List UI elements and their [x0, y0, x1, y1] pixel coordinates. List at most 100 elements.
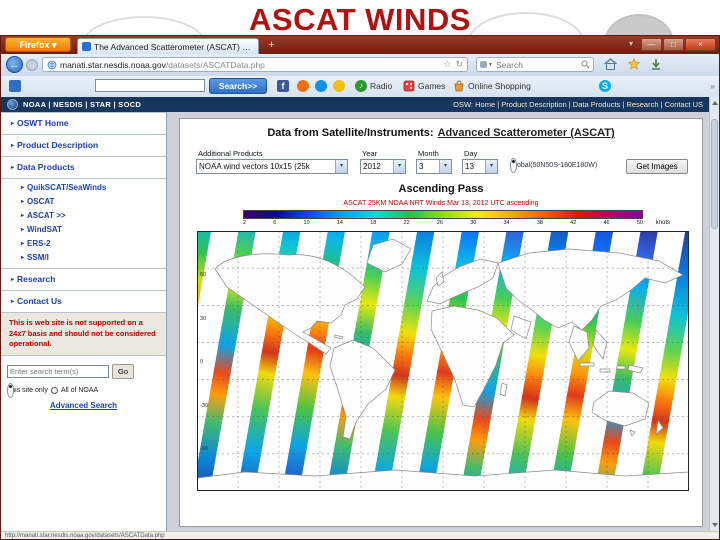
forward-button[interactable]: → — [26, 59, 38, 71]
bookmark-icon[interactable] — [9, 80, 21, 92]
sidebar-search-input[interactable] — [7, 364, 109, 378]
maximize-button[interactable]: □ — [663, 38, 684, 51]
site-top-menu[interactable]: OSW: Home | Product Description | Data P… — [453, 97, 703, 112]
minimize-button[interactable]: — — [641, 38, 662, 51]
toolbar-search-input[interactable] — [95, 79, 205, 92]
colorbar-unit: knots — [655, 220, 670, 226]
noaa-logo — [7, 99, 18, 110]
page-scrollbar[interactable] — [709, 97, 719, 531]
sidebar-item-ers2[interactable]: ▸ ERS-2 — [1, 237, 166, 251]
chevron-down-icon: ▾ — [52, 40, 57, 50]
sidebar-subitems: ▸ QuikSCAT/SeaWinds ▸ OSCAT ▸ ASCAT >> ▸ Win… — [1, 179, 166, 269]
scrollbar-thumb[interactable] — [711, 119, 718, 229]
triangle-bullet-icon: ▸ — [11, 165, 15, 171]
triangle-bullet-icon: ▸ — [11, 143, 15, 149]
bookmarks-panel-button[interactable] — [627, 57, 643, 72]
toolbar-search-button[interactable]: Search>> — [209, 78, 267, 94]
radio-all-noaa[interactable] — [50, 386, 58, 394]
triangle-bullet-icon: ▸ — [11, 277, 15, 283]
browser-search-input[interactable] — [494, 58, 581, 71]
sidebar-item-quikscat[interactable]: ▸ QuikSCAT/SeaWinds — [1, 181, 166, 195]
lat-label: 60 — [200, 272, 206, 278]
tab-favicon — [82, 42, 91, 51]
wind-map: 60 30 0 -30 -60 — [197, 231, 689, 491]
region-radio[interactable] — [510, 158, 517, 173]
back-button[interactable]: ← — [6, 56, 23, 73]
radio-all-noaa-label: All of NOAA — [60, 386, 99, 394]
yellow-app-icon[interactable] — [333, 80, 345, 92]
lat-label: 30 — [200, 316, 206, 322]
colorbar-tick: 6 — [273, 220, 277, 226]
sidebar-item-windsat[interactable]: ▸ WindSAT — [1, 223, 166, 237]
product-dropdown[interactable]: NOAA wind vectors 10x15 (25k ▾ — [196, 159, 348, 174]
month-dropdown[interactable]: 3 ▾ — [416, 159, 452, 174]
shopping-bag-icon[interactable] — [453, 80, 465, 92]
new-tab-button[interactable]: + — [264, 39, 279, 52]
triangle-bullet-icon: ▸ — [21, 241, 25, 247]
sidebar-item-data-products[interactable]: ▸ Data Products — [1, 157, 166, 179]
sidebar-item-ssmi[interactable]: ▸ SSM/I — [1, 251, 166, 265]
search-scope-radios: This site only All of NOAA — [7, 382, 160, 398]
navigation-bar: ← → manati.star.nesdis.noaa.gov/datasets… — [1, 54, 719, 77]
dice-icon[interactable] — [403, 80, 415, 92]
overflow-chevron-icon[interactable]: » — [710, 81, 715, 91]
region-option: Global(50N50S-180E180W) — [510, 158, 598, 173]
browser-search-box[interactable]: ▾ — [476, 57, 594, 72]
chevron-down-icon[interactable]: ▾ — [489, 61, 492, 68]
advanced-search-link[interactable]: Advanced Search — [7, 401, 160, 410]
blue-app-icon[interactable] — [315, 80, 327, 92]
globe-icon — [47, 60, 57, 69]
scroll-up-icon[interactable] — [712, 101, 718, 105]
sidebar-item-product-description[interactable]: ▸ Product Description — [1, 135, 166, 157]
sidebar-link-label: QuikSCAT/SeaWinds — [27, 183, 107, 192]
day-dropdown[interactable]: 13 ▾ — [462, 159, 498, 174]
slide-title: ASCAT WINDS — [249, 2, 471, 37]
downloads-button[interactable] — [649, 57, 665, 72]
radio-icon[interactable]: ♪ — [355, 80, 367, 92]
region-label: Global(50N50S-180E180W) — [510, 162, 598, 169]
sidebar-item-ascat[interactable]: ▸ ASCAT >> — [1, 209, 166, 223]
bookmarks-bar: Search>> f ♪ Radio Games Online Shopping… — [1, 76, 719, 98]
colorbar-tick: 26 — [436, 220, 443, 226]
year-dropdown[interactable]: 2012 ▾ — [360, 159, 406, 174]
pass-heading: Ascending Pass — [398, 183, 484, 195]
facebook-icon[interactable]: f — [277, 80, 289, 92]
bookmark-radio[interactable]: Radio — [370, 81, 392, 91]
sidebar-item-contact-us[interactable]: ▸ Contact Us — [1, 291, 166, 313]
sidebar-item-oscat[interactable]: ▸ OSCAT — [1, 195, 166, 209]
org-breadcrumb: NOAA | NESDIS | STAR | SOCD — [23, 100, 142, 109]
orange-app-icon[interactable] — [297, 80, 309, 92]
radio-this-site[interactable] — [7, 382, 14, 398]
reload-icon[interactable]: ↻ — [455, 59, 463, 70]
url-bar[interactable]: manati.star.nesdis.noaa.gov/datasets/ASC… — [42, 57, 468, 72]
site-header-bar: NOAA | NESDIS | STAR | SOCD OSW: Home | … — [1, 97, 719, 112]
tab-list-icon[interactable]: ▾ — [629, 39, 633, 48]
bookmark-games[interactable]: Games — [418, 81, 445, 91]
triangle-bullet-icon: ▸ — [21, 213, 25, 219]
close-button[interactable]: × — [685, 38, 716, 51]
firefox-menu-button[interactable]: Firefox ▾ — [5, 37, 71, 52]
bookmark-star-icon[interactable]: ☆ — [443, 59, 451, 70]
scroll-down-icon[interactable] — [712, 523, 718, 527]
sidebar-item-research[interactable]: ▸ Research — [1, 269, 166, 291]
home-button[interactable] — [603, 57, 619, 72]
lat-label: 0 — [200, 359, 203, 365]
colorbar-tick: 50 — [636, 220, 643, 226]
triangle-bullet-icon: ▸ — [21, 199, 25, 205]
year-label: Year — [362, 149, 378, 158]
get-images-button[interactable]: Get Images — [626, 159, 688, 174]
sidebar-item-oswt-home[interactable]: ▸ OSWT Home — [1, 112, 166, 135]
browser-window: Firefox ▾ The Advanced Scatterometer (AS… — [0, 35, 720, 540]
skype-icon[interactable]: S — [599, 80, 611, 92]
go-button[interactable]: Go — [112, 363, 134, 379]
browser-tab[interactable]: The Advanced Scatterometer (ASCAT) D... — [77, 38, 259, 54]
search-engine-icon[interactable] — [480, 61, 487, 68]
home-icon — [604, 58, 617, 70]
sidebar-search: Go This site only All of NOAA Advanced S… — [1, 356, 166, 410]
triangle-bullet-icon: ▸ — [21, 185, 25, 191]
instrument-link[interactable]: Advanced Scatterometer (ASCAT) — [438, 127, 615, 139]
sidebar-link-label: Product Description — [17, 140, 99, 150]
bookmark-shopping[interactable]: Online Shopping — [468, 81, 531, 91]
content-panel: Data from Satellite/Instruments: Advanced… — [179, 118, 703, 527]
download-arrow-icon — [652, 59, 660, 70]
